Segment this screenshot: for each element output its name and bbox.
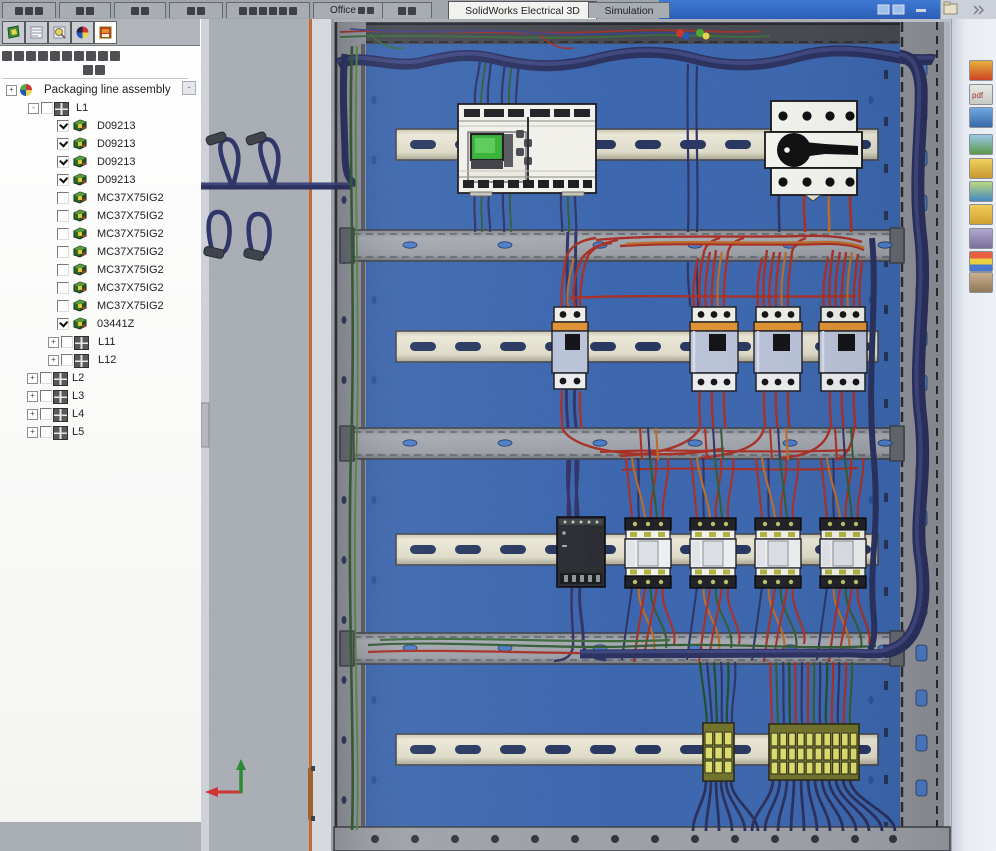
svg-text:pdf: pdf bbox=[972, 91, 984, 100]
